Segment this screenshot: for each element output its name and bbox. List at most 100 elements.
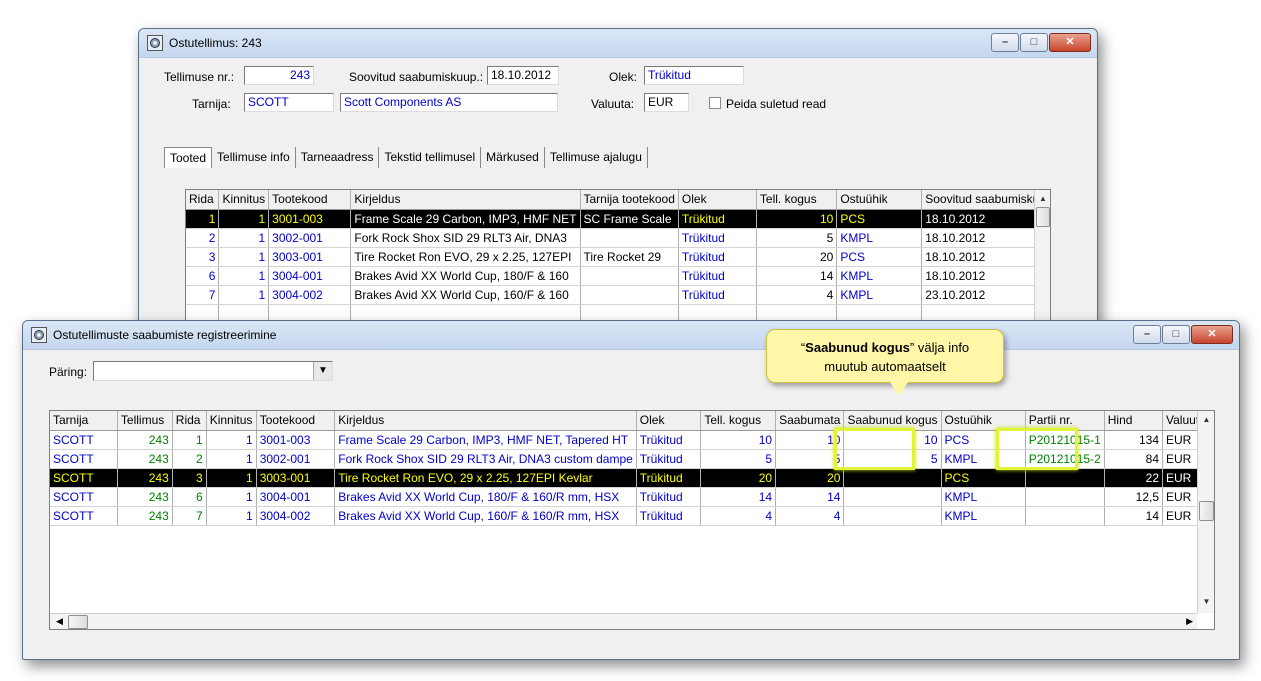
table-cell[interactable]: PCS xyxy=(941,468,1026,488)
table-cell[interactable]: 3 xyxy=(172,468,207,488)
title-bar[interactable]: Ostutellimuste saabumiste registreerimin… xyxy=(23,321,1239,350)
table-cell[interactable]: SCOTT xyxy=(50,430,118,450)
table-cell[interactable]: 20 xyxy=(756,247,838,267)
table-cell[interactable]: 3003-001 xyxy=(256,468,336,488)
table-cell[interactable]: 5 xyxy=(775,449,845,469)
column-header[interactable]: Saabumata xyxy=(775,411,845,431)
scroll-up-icon[interactable]: ▲ xyxy=(1035,194,1050,203)
table-cell[interactable]: Brakes Avid XX World Cup, 180/F & 160/R … xyxy=(334,487,637,507)
table-cell[interactable]: 6 xyxy=(172,487,207,507)
wish-date-field[interactable]: 18.10.2012 xyxy=(487,66,559,85)
table-cell[interactable]: Trükitud xyxy=(678,266,757,286)
maximize-button[interactable]: □ xyxy=(1162,325,1190,344)
table-cell[interactable]: 3004-001 xyxy=(256,487,336,507)
table-cell[interactable]: Trükitud xyxy=(636,468,702,488)
vertical-scrollbar[interactable]: ▲ xyxy=(1034,190,1050,328)
table-cell[interactable]: KMPL xyxy=(941,487,1026,507)
table-cell[interactable]: KMPL xyxy=(836,266,923,286)
table-cell[interactable]: 3002-001 xyxy=(256,449,336,469)
table-cell[interactable]: SCOTT xyxy=(50,468,118,488)
table-cell[interactable]: KMPL xyxy=(836,285,923,305)
table-cell[interactable]: Brakes Avid XX World Cup, 160/F & 160/R … xyxy=(334,506,637,526)
table-cell[interactable]: 3004-001 xyxy=(268,266,352,286)
table-cell[interactable]: 3001-003 xyxy=(268,209,352,229)
tab-markused[interactable]: Märkused xyxy=(481,147,545,168)
column-header[interactable]: Kinnitus xyxy=(218,190,270,210)
table-cell[interactable]: 84 xyxy=(1104,449,1164,469)
vertical-scrollbar[interactable]: ▲ ▼ xyxy=(1197,411,1214,613)
table-cell[interactable]: Tire Rocket 29 xyxy=(580,247,679,267)
table-cell[interactable]: Brakes Avid XX World Cup, 180/F & 160 xyxy=(350,266,581,286)
column-header[interactable]: Tarnija tootekood xyxy=(580,190,679,210)
table-row[interactable]: 1 1 3001-003 Frame Scale 29 Carbon, IMP3, H… xyxy=(186,209,1050,229)
table-cell[interactable]: 1 xyxy=(206,506,257,526)
table-cell[interactable]: 5 xyxy=(843,449,942,469)
table-cell[interactable]: 5 xyxy=(700,449,777,469)
table-row[interactable]: SCOTT 243 3 1 3003-001 Tire Rocket Ron EVO, 2… xyxy=(50,468,1214,488)
table-cell[interactable]: 14 xyxy=(1104,506,1164,526)
order-no-field[interactable]: 243 xyxy=(244,66,314,85)
table-cell[interactable]: Tire Rocket Ron EVO, 29 x 2.25, 127EPI xyxy=(350,247,581,267)
table-cell[interactable]: 1 xyxy=(206,430,257,450)
table-row[interactable]: 2 1 3002-001 Fork Rock Shox SID 29 RLT3 Air… xyxy=(186,228,1050,248)
table-cell[interactable]: 1 xyxy=(172,430,207,450)
table-row[interactable]: 3 1 3003-001 Tire Rocket Ron EVO, 29 x 2.25… xyxy=(186,247,1050,267)
table-cell[interactable]: 6 xyxy=(186,266,220,286)
table-cell[interactable]: 243 xyxy=(117,430,173,450)
table-cell[interactable] xyxy=(1025,487,1105,507)
table-cell[interactable]: 10 xyxy=(775,430,845,450)
table-cell[interactable]: 1 xyxy=(218,247,270,267)
table-cell[interactable]: PCS xyxy=(941,430,1026,450)
table-cell[interactable]: Trükitud xyxy=(678,209,757,229)
column-header[interactable]: Olek xyxy=(678,190,757,210)
table-cell[interactable]: Tire Rocket Ron EVO, 29 x 2.25, 127EPI K… xyxy=(334,468,637,488)
scroll-thumb[interactable] xyxy=(1036,207,1050,227)
chevron-down-icon[interactable]: ▼ xyxy=(313,362,332,380)
table-cell[interactable]: KMPL xyxy=(941,449,1026,469)
column-header[interactable]: Olek xyxy=(636,411,702,431)
table-cell[interactable] xyxy=(580,228,679,248)
column-header[interactable]: Tell. kogus xyxy=(756,190,838,210)
table-cell[interactable]: 3003-001 xyxy=(268,247,352,267)
table-row[interactable]: SCOTT 243 7 1 3004-002 Brakes Avid XX World C… xyxy=(50,506,1214,526)
table-cell[interactable]: 1 xyxy=(218,228,270,248)
column-header[interactable]: Tellimus xyxy=(117,411,173,431)
table-row[interactable]: 7 1 3004-002 Brakes Avid XX World Cup, 160/… xyxy=(186,285,1050,305)
table-cell[interactable]: Trükitud xyxy=(636,430,702,450)
table-cell[interactable]: 3001-003 xyxy=(256,430,336,450)
table-cell[interactable]: 10 xyxy=(700,430,777,450)
table-cell[interactable]: 18.10.2012 xyxy=(921,228,1050,248)
table-cell[interactable]: KMPL xyxy=(941,506,1026,526)
scroll-thumb[interactable] xyxy=(1199,501,1214,521)
table-cell[interactable]: 2 xyxy=(186,228,220,248)
scroll-up-icon[interactable]: ▲ xyxy=(1198,415,1214,424)
table-cell[interactable]: 1 xyxy=(218,209,270,229)
table-cell[interactable]: 2 xyxy=(172,449,207,469)
table-cell[interactable]: PCS xyxy=(836,209,923,229)
table-cell[interactable]: 18.10.2012 xyxy=(921,247,1050,267)
table-cell[interactable]: 14 xyxy=(775,487,845,507)
table-cell[interactable]: Trükitud xyxy=(678,247,757,267)
column-header[interactable]: Rida xyxy=(186,190,220,210)
column-header[interactable]: Partii nr. xyxy=(1025,411,1105,431)
table-cell[interactable]: Brakes Avid XX World Cup, 160/F & 160 xyxy=(350,285,581,305)
column-header[interactable]: Kirjeldus xyxy=(334,411,637,431)
table-cell[interactable]: 3004-002 xyxy=(256,506,336,526)
table-cell[interactable]: 3002-001 xyxy=(268,228,352,248)
table-cell[interactable]: 14 xyxy=(700,487,777,507)
table-cell[interactable] xyxy=(1025,468,1105,488)
table-cell[interactable]: 4 xyxy=(775,506,845,526)
supplier-code-field[interactable]: SCOTT xyxy=(244,93,334,112)
table-row[interactable]: SCOTT 243 1 1 3001-003 Frame Scale 29 Carbon,… xyxy=(50,430,1214,450)
column-header[interactable]: Ostuühik xyxy=(941,411,1026,431)
maximize-button[interactable]: □ xyxy=(1020,33,1048,52)
table-cell[interactable] xyxy=(1025,506,1105,526)
table-cell[interactable]: Trükitud xyxy=(678,228,757,248)
table-cell[interactable]: 10 xyxy=(756,209,838,229)
table-cell[interactable]: 23.10.2012 xyxy=(921,285,1050,305)
close-button[interactable]: ✕ xyxy=(1049,33,1091,52)
column-header[interactable]: Soovitud saabumiskuu xyxy=(921,190,1050,210)
tab-tellimuse-info[interactable]: Tellimuse info xyxy=(212,147,296,168)
table-cell[interactable]: 14 xyxy=(756,266,838,286)
column-header[interactable]: Kinnitus xyxy=(206,411,257,431)
